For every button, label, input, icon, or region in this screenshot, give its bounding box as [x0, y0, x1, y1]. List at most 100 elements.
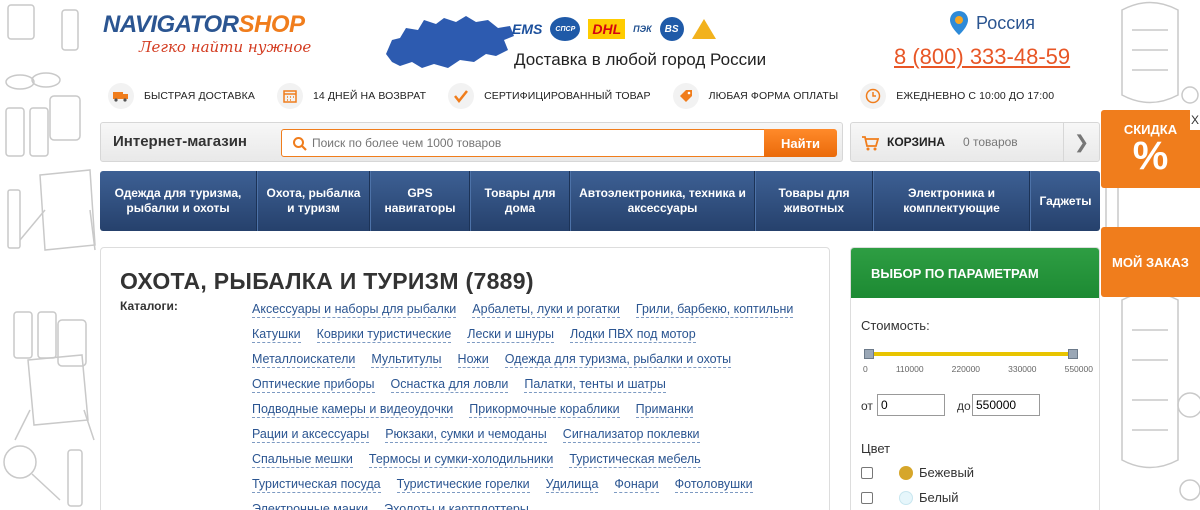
- site-logo[interactable]: NAVIGATORSHOP Легко найти нужное: [103, 12, 343, 62]
- benefit-item: Ежедневно с 10:00 до 17:00: [860, 83, 1054, 109]
- tick-label: 550000: [1064, 364, 1093, 374]
- category-link[interactable]: Фонари: [614, 477, 659, 493]
- category-link[interactable]: Спальные мешки: [252, 452, 353, 468]
- carrier-logos: EMS СПСР DHL ПЭК BS: [512, 16, 716, 42]
- dhl-logo: DHL: [588, 19, 626, 39]
- price-to-label: до: [957, 399, 971, 413]
- category-link[interactable]: Аксессуары и наборы для рыбалки: [252, 302, 457, 318]
- price-max-handle[interactable]: [1068, 349, 1078, 359]
- category-link[interactable]: Удилища: [545, 477, 599, 493]
- category-link[interactable]: Металлоискатели: [252, 352, 356, 368]
- chevron-right-icon[interactable]: ❯: [1063, 123, 1099, 161]
- category-links: Аксессуары и наборы для рыбалки Арбалеты…: [252, 298, 812, 510]
- search-bar: Интернет-магазин Найти: [100, 122, 843, 162]
- phone-link[interactable]: 8 (800) 333-48-59: [894, 44, 1070, 70]
- search-button[interactable]: Найти: [764, 129, 837, 157]
- spsr-logo: СПСР: [550, 17, 581, 41]
- price-min-handle[interactable]: [864, 349, 874, 359]
- main-navigation: Одежда для туризма, рыбалки и охоты Охот…: [100, 171, 1100, 231]
- left-decoration: [0, 0, 100, 510]
- outdoor-gear-doodles: [3, 4, 96, 507]
- category-link[interactable]: Подводные камеры и видеоудочки: [252, 402, 454, 418]
- shop-label: Интернет-магазин: [113, 133, 247, 150]
- cart-label: КОРЗИНА: [887, 135, 945, 149]
- search-input[interactable]: [312, 130, 752, 156]
- category-link[interactable]: Эхолоты и картплоттеры: [384, 502, 529, 510]
- color-swatch: [899, 465, 913, 480]
- region-selector[interactable]: Россия: [948, 10, 1035, 36]
- price-slider-track[interactable]: [869, 352, 1073, 356]
- category-link[interactable]: Грили, барбекю, коптильни: [635, 302, 794, 318]
- color-checkbox[interactable]: [861, 466, 873, 479]
- price-ticks: 0 110000 220000 330000 550000: [863, 364, 1093, 374]
- nav-item-home[interactable]: Товары для дома: [470, 171, 570, 231]
- my-order-tab[interactable]: МОЙ ЗАКАЗ: [1101, 227, 1200, 297]
- triangle-logo: [691, 19, 716, 39]
- tick-label: 0: [863, 364, 868, 374]
- benefit-item: Сертифицированный товар: [448, 83, 651, 109]
- category-link[interactable]: Коврики туристические: [316, 327, 452, 343]
- category-link[interactable]: Катушки: [252, 327, 301, 343]
- category-link[interactable]: Рюкзаки, сумки и чемоданы: [385, 427, 547, 443]
- benefit-label: 14 дней на возврат: [312, 90, 427, 102]
- category-link[interactable]: Оптические приборы: [252, 377, 375, 393]
- category-link[interactable]: Рации и аксессуары: [252, 427, 370, 443]
- tick-label: 220000: [951, 364, 981, 374]
- tag-icon: [672, 83, 699, 109]
- category-link[interactable]: Приманки: [635, 402, 694, 418]
- color-checkbox[interactable]: [861, 491, 873, 504]
- tick-label: 110000: [895, 364, 924, 374]
- category-link[interactable]: Арбалеты, луки и рогатки: [472, 302, 620, 318]
- tick-label: 330000: [1008, 364, 1037, 374]
- search-box: Найти: [281, 129, 837, 157]
- price-to-input[interactable]: [972, 394, 1040, 416]
- nav-item-gps[interactable]: GPS навигаторы: [370, 171, 470, 231]
- nav-item-pets[interactable]: Товары для животных: [755, 171, 873, 231]
- category-link[interactable]: Лески и шнуры: [467, 327, 555, 343]
- category-link[interactable]: Мультитулы: [371, 352, 442, 368]
- delivery-text: Доставка в любой город России: [514, 50, 767, 69]
- category-link[interactable]: Туристическая посуда: [252, 477, 381, 493]
- ems-logo: EMS: [512, 21, 543, 37]
- benefit-item: 14 дней на возврат: [276, 83, 427, 109]
- color-name: Белый: [919, 490, 959, 505]
- category-panel: ОХОТА, РЫБАЛКА И ТУРИЗМ (7889) Каталоги:…: [100, 247, 830, 510]
- filter-panel: ВЫБОР ПО ПАРАМЕТРАМ Стоимость: 0 110000 …: [850, 247, 1100, 510]
- nav-item-clothing[interactable]: Одежда для туризма, рыбалки и охоты: [100, 171, 257, 231]
- filter-title: ВЫБОР ПО ПАРАМЕТРАМ: [851, 248, 1099, 298]
- category-link[interactable]: Оснастка для ловли: [390, 377, 509, 393]
- logo-tagline: Легко найти нужное: [139, 38, 312, 56]
- cart-icon: [862, 136, 879, 151]
- close-icon[interactable]: X: [1190, 110, 1200, 130]
- discount-tab[interactable]: СКИДКА % X: [1101, 110, 1200, 188]
- benefit-label: Сертифицированный товар: [484, 90, 651, 102]
- nav-item-auto[interactable]: Автоэлектроника, техника и аксессуары: [570, 171, 755, 231]
- percent-icon: %: [1132, 134, 1169, 178]
- price-from-input[interactable]: [877, 394, 945, 416]
- russia-map-icon: [378, 10, 518, 75]
- color-option-beige: Бежевый: [861, 465, 974, 480]
- nav-item-gadgets[interactable]: Гаджеты: [1030, 171, 1100, 231]
- category-link[interactable]: Термосы и сумки-холодильники: [368, 452, 554, 468]
- category-link[interactable]: Туристические горелки: [396, 477, 530, 493]
- category-link[interactable]: Фотоловушки: [674, 477, 753, 493]
- nav-item-electronics[interactable]: Электроника и комплектующие: [873, 171, 1030, 231]
- category-link[interactable]: Палатки, тенты и шатры: [524, 377, 666, 393]
- category-link[interactable]: Лодки ПВХ под мотор: [570, 327, 696, 343]
- benefit-item: Любая форма оплаты: [672, 83, 839, 109]
- cart-widget[interactable]: КОРЗИНА 0 товаров ❯: [850, 122, 1100, 162]
- page-title: ОХОТА, РЫБАЛКА И ТУРИЗМ (7889): [120, 268, 534, 294]
- location-pin-icon: [950, 11, 968, 35]
- category-link[interactable]: Электронные манки: [252, 502, 368, 510]
- search-icon: [293, 137, 307, 151]
- category-link[interactable]: Прикормочные кораблики: [469, 402, 620, 418]
- benefit-label: Любая форма оплаты: [708, 90, 839, 102]
- category-link[interactable]: Одежда для туризма, рыбалки и охоты: [504, 352, 732, 368]
- color-option-white: Белый: [861, 490, 959, 505]
- category-link[interactable]: Туристическая мебель: [569, 452, 701, 468]
- category-link[interactable]: Сигнализатор поклевки: [562, 427, 700, 443]
- bs-logo: BS: [659, 17, 684, 41]
- category-link[interactable]: Ножи: [457, 352, 489, 368]
- color-name: Бежевый: [919, 465, 975, 480]
- nav-item-hunting-fishing[interactable]: Охота, рыбалка и туризм: [257, 171, 370, 231]
